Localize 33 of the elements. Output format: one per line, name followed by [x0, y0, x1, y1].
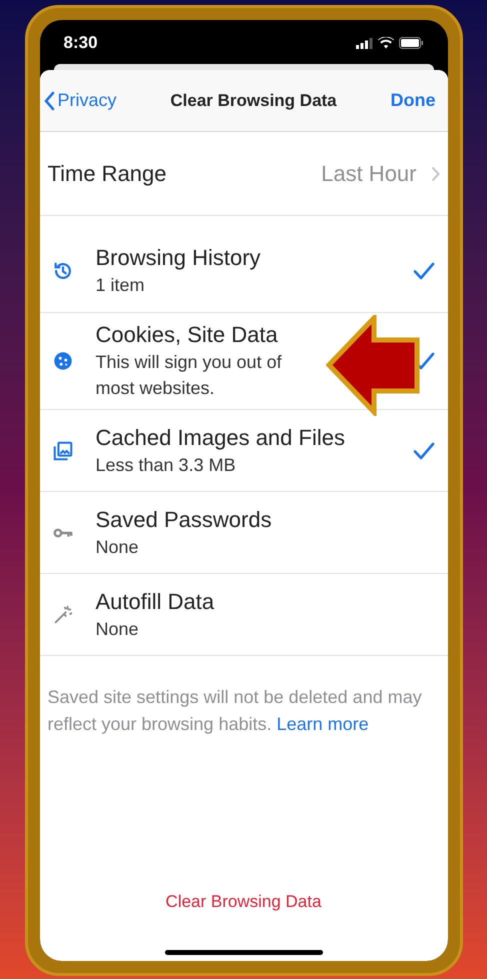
item-subtitle: This will sign you out of most websites.	[96, 351, 283, 400]
item-title: Saved Passwords	[96, 506, 273, 534]
item-subtitle: 1 item	[96, 274, 146, 297]
images-icon	[52, 440, 74, 462]
item-subtitle: Less than 3.3 MB	[96, 454, 237, 476]
item-subtitle: None	[96, 618, 140, 640]
history-icon	[52, 260, 74, 282]
learn-more-link[interactable]: Learn more	[276, 714, 369, 734]
time-range-value: Last Hour	[321, 160, 416, 188]
status-time: 8:30	[64, 32, 98, 54]
magic-wand-icon	[52, 604, 74, 626]
data-type-row[interactable]: Cached Images and Files Less than 3.3 MB	[40, 409, 448, 491]
data-type-row[interactable]: Browsing History 1 item	[40, 230, 448, 312]
time-range-row[interactable]: Time Range Last Hour	[40, 132, 448, 216]
data-type-row[interactable]: Saved Passwords None	[40, 491, 448, 573]
time-range-label: Time Range	[48, 160, 167, 188]
data-type-row[interactable]: Autofill Data None	[40, 573, 448, 655]
chevron-right-icon	[430, 166, 440, 182]
footer-note: Saved site settings will not be deleted and may reflect your browsing habits. Learn more	[40, 655, 448, 738]
cookie-icon	[52, 350, 74, 372]
nav-title: Clear Browsing Data	[170, 90, 337, 112]
item-subtitle: None	[96, 536, 140, 558]
item-title: Cookies, Site Data	[96, 321, 279, 349]
signal-icon	[356, 38, 372, 48]
chevron-left-icon	[44, 90, 54, 110]
item-title: Cached Images and Files	[96, 424, 346, 452]
item-title: Autofill Data	[96, 588, 216, 616]
item-title: Browsing History	[96, 244, 262, 272]
back-button[interactable]: Privacy	[44, 87, 117, 114]
wifi-icon	[378, 37, 394, 49]
done-button[interactable]: Done	[390, 87, 444, 114]
battery-icon	[398, 37, 424, 49]
clear-browsing-data-button[interactable]: Clear Browsing Data	[166, 888, 322, 914]
